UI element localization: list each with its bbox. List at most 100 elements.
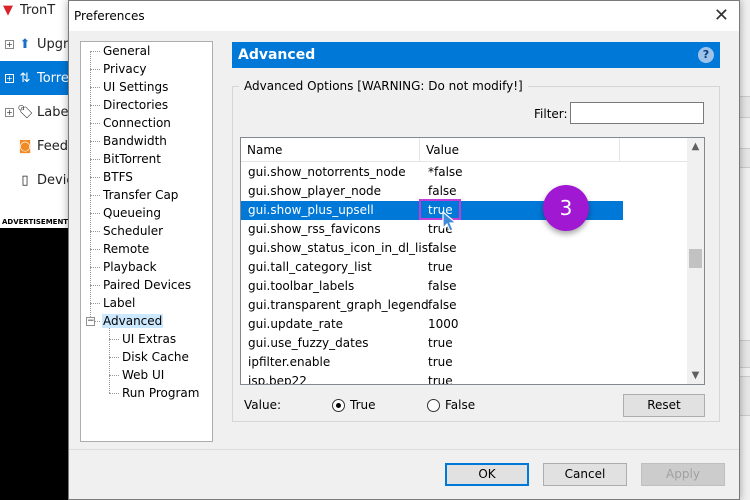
tree-connector — [109, 375, 119, 376]
device-icon: ▯ — [21, 172, 29, 188]
option-name: isp.bep22 — [248, 374, 307, 385]
radio-true-indicator[interactable] — [332, 398, 345, 412]
radio-false-indicator[interactable] — [427, 398, 440, 412]
option-value: true — [428, 260, 453, 274]
footer-separator — [69, 449, 739, 450]
close-icon[interactable]: ✕ — [714, 7, 729, 25]
dialog-title: Preferences — [74, 9, 145, 23]
list-row[interactable]: gui.use_fuzzy_dates true — [241, 334, 689, 353]
tree-connector — [90, 51, 100, 52]
tree-item-label: Remote — [103, 242, 150, 256]
tree-item-scheduler[interactable]: Scheduler — [102, 222, 164, 240]
help-icon[interactable]: ? — [698, 47, 714, 63]
reset-button[interactable]: Reset — [623, 394, 705, 417]
tree-item-directories[interactable]: Directories — [102, 96, 169, 114]
expand-icon[interactable]: + — [5, 73, 14, 83]
upgrade-icon: ⬆ — [19, 36, 31, 52]
column-header-name[interactable]: Name — [241, 138, 420, 162]
tree-item-label: Transfer Cap — [103, 188, 179, 202]
tree-item-advanced[interactable]: Advanced — [102, 312, 164, 330]
list-row[interactable]: gui.show_notorrents_node *false — [241, 163, 689, 182]
tree-item-transfer-cap[interactable]: Transfer Cap — [102, 186, 179, 204]
tree-item-btfs[interactable]: BTFS — [102, 168, 134, 186]
torrents-icon: ⇅ — [19, 70, 31, 86]
dialog-titlebar[interactable]: Preferences ✕ — [69, 1, 739, 31]
list-row[interactable]: gui.update_rate 1000 — [241, 315, 689, 334]
tree-item-playback[interactable]: Playback — [102, 258, 158, 276]
option-name: gui.tall_category_list — [248, 260, 372, 274]
option-value: false — [428, 279, 457, 293]
tree-item-run-program[interactable]: Run Program — [121, 384, 200, 402]
option-name: gui.toolbar_labels — [248, 279, 355, 293]
list-row[interactable]: gui.show_rss_favicons true — [241, 220, 689, 239]
preferences-dialog: Preferences ✕ General Privacy UI Settings D… — [68, 0, 740, 500]
tree-item-ui-extras[interactable]: UI Extras — [121, 330, 177, 348]
tree-item-label: Playback — [103, 260, 157, 274]
tree-connector — [90, 177, 100, 178]
column-header-value[interactable]: Value — [420, 138, 620, 162]
scroll-up-icon[interactable]: ▲ — [687, 138, 704, 155]
tree-item-disk-cache[interactable]: Disk Cache — [121, 348, 190, 366]
tree-item-label: Disk Cache — [122, 350, 189, 364]
tree-connector — [90, 213, 100, 214]
tree-connector — [109, 357, 119, 358]
apply-button[interactable]: Apply — [641, 463, 725, 486]
preferences-tree: General Privacy UI Settings Directories Conn… — [80, 41, 213, 442]
advanced-options-list[interactable]: Name Value gui.show_notorrents_node *fals… — [240, 137, 705, 385]
tree-connector — [109, 339, 119, 340]
list-row[interactable]: ipfilter.enable true — [241, 353, 689, 372]
mouse-cursor-icon — [442, 211, 458, 232]
tree-connector — [90, 249, 100, 250]
tree-connector — [109, 393, 119, 394]
tree-connector — [90, 105, 100, 106]
ok-button[interactable]: OK — [445, 463, 529, 486]
tree-item-label: Advanced — [102, 314, 164, 328]
tree-item-label: UI Extras — [122, 332, 177, 346]
list-row[interactable]: isp.bep22 true — [241, 372, 689, 385]
tree-item-queueing[interactable]: Queueing — [102, 204, 162, 222]
label-icon: 🏷 — [17, 104, 34, 120]
filter-input[interactable] — [570, 102, 704, 124]
list-row[interactable]: gui.show_status_icon_in_dl_list false — [241, 239, 689, 258]
scroll-thumb[interactable] — [689, 249, 702, 268]
scroll-down-icon[interactable]: ▼ — [687, 367, 704, 384]
true-radio[interactable]: True — [332, 398, 376, 412]
expand-icon[interactable]: + — [5, 107, 14, 117]
tree-item-label[interactable]: Label — [102, 294, 136, 312]
tree-item-general[interactable]: General — [102, 42, 151, 60]
tree-item-connection[interactable]: Connection — [102, 114, 172, 132]
tree-item-remote[interactable]: Remote — [102, 240, 150, 258]
tree-item-privacy[interactable]: Privacy — [102, 60, 147, 78]
option-name: gui.show_notorrents_node — [248, 165, 406, 179]
tree-connector — [90, 123, 100, 124]
tree-item-ui-settings[interactable]: UI Settings — [102, 78, 169, 96]
list-scrollbar[interactable]: ▲ ▼ — [687, 138, 704, 384]
tree-connector — [90, 141, 100, 142]
list-row[interactable]: gui.tall_category_list true — [241, 258, 689, 277]
tree-item-paired-devices[interactable]: Paired Devices — [102, 276, 192, 294]
tree-connector — [90, 267, 100, 268]
tree-item-label: Bandwidth — [103, 134, 167, 148]
tree-item-bittorrent[interactable]: BitTorrent — [102, 150, 162, 168]
tree-item-label: Label — [103, 296, 136, 310]
list-row[interactable]: gui.toolbar_labels false — [241, 277, 689, 296]
expand-icon[interactable]: + — [5, 39, 14, 49]
tree-item-web-ui[interactable]: Web UI — [121, 366, 165, 384]
option-value: *false — [428, 165, 463, 179]
option-name: gui.show_plus_upsell — [248, 203, 374, 217]
list-row[interactable]: gui.transparent_graph_legend false — [241, 296, 689, 315]
tree-item-label: UI Settings — [103, 80, 169, 94]
step-number-badge: 3 — [543, 185, 589, 231]
option-name: ipfilter.enable — [248, 355, 331, 369]
list-row[interactable]: gui.show_player_node false — [241, 182, 689, 201]
tree-item-bandwidth[interactable]: Bandwidth — [102, 132, 168, 150]
tree-connector — [109, 326, 110, 393]
tree-item-label: Connection — [103, 116, 171, 130]
collapse-icon[interactable]: − — [86, 317, 95, 326]
false-radio[interactable]: False — [427, 398, 475, 412]
tree-item-label: Web UI — [122, 368, 165, 382]
tree-item-label: Queueing — [103, 206, 161, 220]
cancel-button[interactable]: Cancel — [543, 463, 627, 486]
tree-connector — [90, 159, 100, 160]
option-value: 1000 — [428, 317, 459, 331]
